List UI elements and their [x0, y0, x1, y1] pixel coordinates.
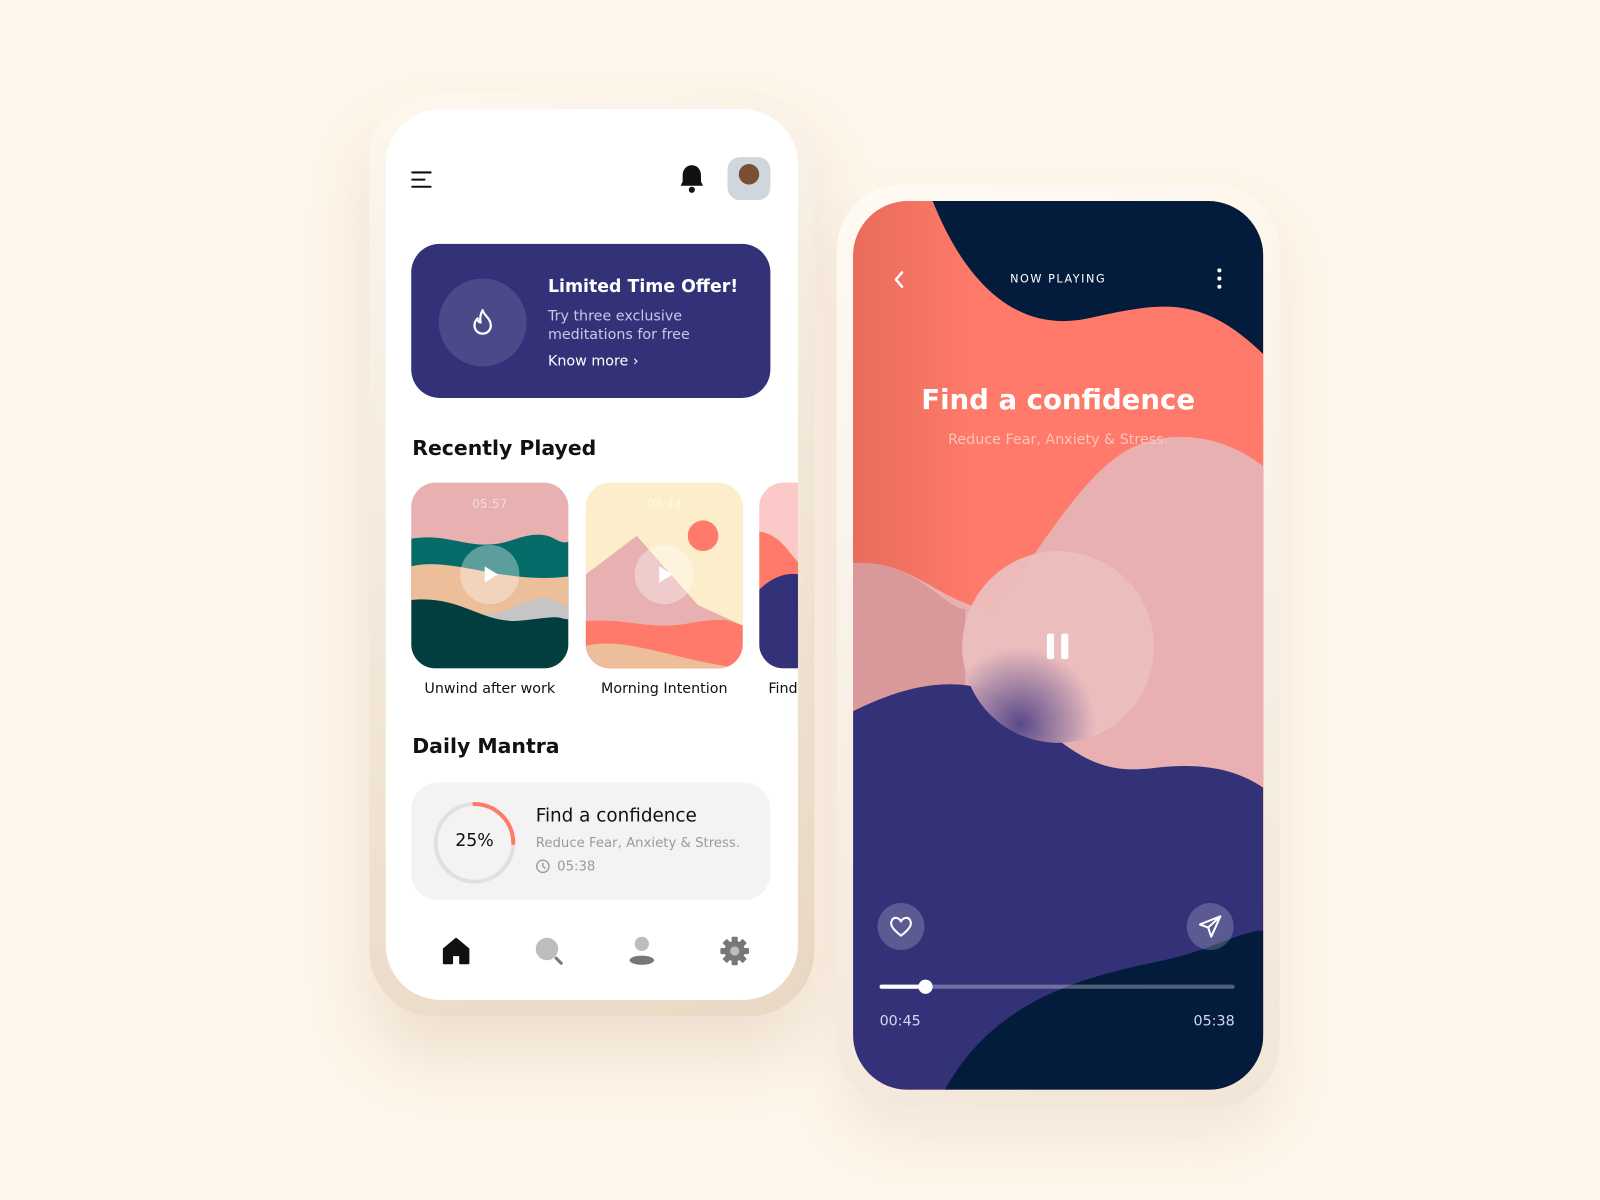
- progress-slider[interactable]: [879, 979, 1235, 994]
- recent-card-find[interactable]: [759, 482, 798, 669]
- card-title: Find: [768, 680, 798, 697]
- now-playing-label: NOW PLAYING: [1010, 272, 1107, 286]
- track-title: Find a confidence: [921, 384, 1196, 417]
- heart-icon: [890, 916, 912, 937]
- home-screen: Limited Time Offer! Try three exclusive m…: [385, 109, 798, 1000]
- send-icon: [1198, 915, 1222, 938]
- track-subtitle: Reduce Fear, Anxiety & Stress.: [948, 431, 1169, 448]
- bell-icon[interactable]: [679, 163, 706, 194]
- flame-icon: [473, 309, 492, 335]
- total-time: 05:38: [1193, 1013, 1235, 1030]
- pause-icon-bar: [1061, 633, 1069, 660]
- search-icon[interactable]: [534, 936, 565, 967]
- mantra-title: Find a confidence: [535, 805, 697, 827]
- recently-played-heading: Recently Played: [412, 435, 597, 461]
- mantra-duration: 05:38: [557, 859, 596, 875]
- now-playing-screen: NOW PLAYING Find a confidence Reduce Fea…: [853, 201, 1264, 1090]
- offer-subtitle: Try three exclusive meditations for free: [547, 308, 690, 343]
- recent-card-morning[interactable]: 03:44: [585, 482, 743, 669]
- avatar[interactable]: [727, 157, 771, 200]
- recent-card-unwind[interactable]: 05:57: [411, 482, 569, 669]
- offer-icon-circle: [438, 278, 527, 367]
- menu-icon[interactable]: [411, 171, 432, 192]
- offer-title: Limited Time Offer!: [547, 276, 739, 297]
- more-options-icon[interactable]: [1215, 267, 1223, 289]
- abstract-art: [759, 531, 798, 669]
- profile-icon[interactable]: [627, 936, 658, 967]
- know-more-link[interactable]: Know more ›: [548, 353, 639, 369]
- elapsed-time: 00:45: [879, 1013, 921, 1030]
- home-icon[interactable]: [441, 936, 472, 967]
- offer-banner[interactable]: Limited Time Offer! Try three exclusive m…: [411, 243, 771, 398]
- card-title: Unwind after work: [424, 680, 556, 697]
- pause-icon: [1046, 633, 1055, 660]
- like-button[interactable]: [877, 903, 925, 950]
- progress-label: 25%: [455, 830, 494, 852]
- card-title: Morning Intention: [601, 680, 728, 697]
- daily-mantra-heading: Daily Mantra: [412, 733, 560, 759]
- pause-button[interactable]: [962, 551, 1155, 743]
- play-icon[interactable]: [634, 544, 694, 605]
- settings-icon[interactable]: [719, 936, 750, 967]
- mantra-subtitle: Reduce Fear, Anxiety & Stress.: [535, 835, 741, 852]
- play-icon[interactable]: [460, 544, 520, 605]
- clock-icon: [536, 859, 550, 874]
- mantra-card[interactable]: 25% Find a confidence Reduce Fear, Anxie…: [411, 782, 771, 900]
- card-duration: 05:57: [472, 496, 508, 512]
- share-button[interactable]: [1186, 903, 1234, 950]
- card-duration: 03:44: [646, 496, 682, 512]
